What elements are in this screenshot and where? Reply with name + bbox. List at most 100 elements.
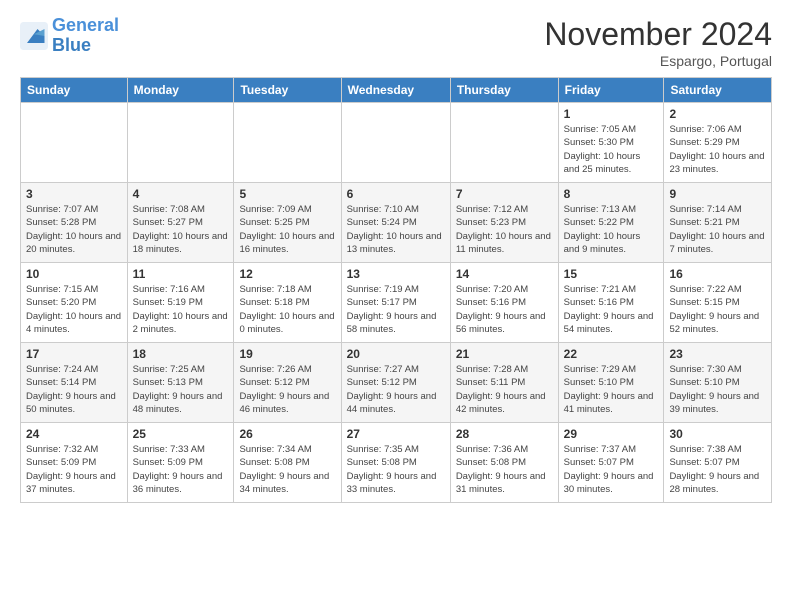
day-info: Sunrise: 7:15 AM Sunset: 5:20 PM Dayligh… <box>26 283 122 336</box>
day-number: 7 <box>456 187 553 201</box>
day-info: Sunrise: 7:28 AM Sunset: 5:11 PM Dayligh… <box>456 363 553 416</box>
calendar-cell <box>234 103 341 183</box>
day-header-thursday: Thursday <box>450 78 558 103</box>
day-number: 29 <box>564 427 659 441</box>
day-info: Sunrise: 7:35 AM Sunset: 5:08 PM Dayligh… <box>347 443 445 496</box>
week-row-2: 3Sunrise: 7:07 AM Sunset: 5:28 PM Daylig… <box>21 183 772 263</box>
day-number: 13 <box>347 267 445 281</box>
day-info: Sunrise: 7:08 AM Sunset: 5:27 PM Dayligh… <box>133 203 229 256</box>
calendar-cell: 19 Sunrise: 7:26 AM Sunset: 5:12 PM Dayli… <box>234 343 341 423</box>
header-row: SundayMondayTuesdayWednesdayThursdayFrid… <box>21 78 772 103</box>
day-header-wednesday: Wednesday <box>341 78 450 103</box>
day-header-friday: Friday <box>558 78 664 103</box>
calendar-cell: 22 Sunrise: 7:29 AM Sunset: 5:10 PM Dayli… <box>558 343 664 423</box>
calendar-cell: 30 Sunrise: 7:38 AM Sunset: 5:07 PM Dayli… <box>664 423 772 503</box>
day-info: Sunrise: 7:34 AM Sunset: 5:08 PM Dayligh… <box>239 443 335 496</box>
day-header-monday: Monday <box>127 78 234 103</box>
calendar-cell: 18Sunrise: 7:25 AM Sunset: 5:13 PM Dayli… <box>127 343 234 423</box>
day-number: 30 <box>669 427 766 441</box>
day-info: Sunrise: 7:32 AM Sunset: 5:09 PM Dayligh… <box>26 443 122 496</box>
calendar-cell: 13 Sunrise: 7:19 AM Sunset: 5:17 PM Dayli… <box>341 263 450 343</box>
calendar-cell: 12 Sunrise: 7:18 AM Sunset: 5:18 PM Dayli… <box>234 263 341 343</box>
day-number: 19 <box>239 347 335 361</box>
calendar-cell: 23 Sunrise: 7:30 AM Sunset: 5:10 PM Dayli… <box>664 343 772 423</box>
page-header: General Blue November 2024 Espargo, Port… <box>20 16 772 69</box>
calendar-cell: 28 Sunrise: 7:36 AM Sunset: 5:08 PM Dayli… <box>450 423 558 503</box>
calendar: SundayMondayTuesdayWednesdayThursdayFrid… <box>20 77 772 503</box>
calendar-cell: 21 Sunrise: 7:28 AM Sunset: 5:11 PM Dayli… <box>450 343 558 423</box>
day-info: Sunrise: 7:22 AM Sunset: 5:15 PM Dayligh… <box>669 283 766 336</box>
day-number: 22 <box>564 347 659 361</box>
calendar-cell <box>341 103 450 183</box>
day-number: 8 <box>564 187 659 201</box>
day-number: 4 <box>133 187 229 201</box>
calendar-cell: 14Sunrise: 7:20 AM Sunset: 5:16 PM Dayli… <box>450 263 558 343</box>
day-info: Sunrise: 7:37 AM Sunset: 5:07 PM Dayligh… <box>564 443 659 496</box>
day-number: 1 <box>564 107 659 121</box>
day-info: Sunrise: 7:06 AM Sunset: 5:29 PM Dayligh… <box>669 123 766 176</box>
day-info: Sunrise: 7:07 AM Sunset: 5:28 PM Dayligh… <box>26 203 122 256</box>
calendar-cell: 20Sunrise: 7:27 AM Sunset: 5:12 PM Dayli… <box>341 343 450 423</box>
logo-icon <box>20 22 48 50</box>
day-info: Sunrise: 7:16 AM Sunset: 5:19 PM Dayligh… <box>133 283 229 336</box>
week-row-1: 1 Sunrise: 7:05 AM Sunset: 5:30 PM Daylig… <box>21 103 772 183</box>
day-info: Sunrise: 7:26 AM Sunset: 5:12 PM Dayligh… <box>239 363 335 416</box>
calendar-cell: 11 Sunrise: 7:16 AM Sunset: 5:19 PM Dayli… <box>127 263 234 343</box>
day-number: 27 <box>347 427 445 441</box>
title-block: November 2024 Espargo, Portugal <box>544 16 772 69</box>
day-number: 6 <box>347 187 445 201</box>
day-info: Sunrise: 7:24 AM Sunset: 5:14 PM Dayligh… <box>26 363 122 416</box>
week-row-4: 17 Sunrise: 7:24 AM Sunset: 5:14 PM Dayli… <box>21 343 772 423</box>
day-header-tuesday: Tuesday <box>234 78 341 103</box>
day-info: Sunrise: 7:38 AM Sunset: 5:07 PM Dayligh… <box>669 443 766 496</box>
calendar-cell: 6 Sunrise: 7:10 AM Sunset: 5:24 PM Daylig… <box>341 183 450 263</box>
calendar-cell <box>450 103 558 183</box>
day-info: Sunrise: 7:18 AM Sunset: 5:18 PM Dayligh… <box>239 283 335 336</box>
day-number: 16 <box>669 267 766 281</box>
location: Espargo, Portugal <box>544 53 772 69</box>
calendar-body: 1 Sunrise: 7:05 AM Sunset: 5:30 PM Daylig… <box>21 103 772 503</box>
day-number: 23 <box>669 347 766 361</box>
day-info: Sunrise: 7:30 AM Sunset: 5:10 PM Dayligh… <box>669 363 766 416</box>
day-number: 17 <box>26 347 122 361</box>
calendar-cell <box>21 103 128 183</box>
day-number: 12 <box>239 267 335 281</box>
day-number: 9 <box>669 187 766 201</box>
day-info: Sunrise: 7:10 AM Sunset: 5:24 PM Dayligh… <box>347 203 445 256</box>
calendar-cell: 2 Sunrise: 7:06 AM Sunset: 5:29 PM Daylig… <box>664 103 772 183</box>
day-number: 15 <box>564 267 659 281</box>
day-number: 10 <box>26 267 122 281</box>
calendar-cell: 5Sunrise: 7:09 AM Sunset: 5:25 PM Daylig… <box>234 183 341 263</box>
calendar-header: SundayMondayTuesdayWednesdayThursdayFrid… <box>21 78 772 103</box>
calendar-cell: 26 Sunrise: 7:34 AM Sunset: 5:08 PM Dayli… <box>234 423 341 503</box>
calendar-cell: 4 Sunrise: 7:08 AM Sunset: 5:27 PM Daylig… <box>127 183 234 263</box>
week-row-5: 24Sunrise: 7:32 AM Sunset: 5:09 PM Dayli… <box>21 423 772 503</box>
day-info: Sunrise: 7:14 AM Sunset: 5:21 PM Dayligh… <box>669 203 766 256</box>
day-info: Sunrise: 7:05 AM Sunset: 5:30 PM Dayligh… <box>564 123 659 176</box>
day-info: Sunrise: 7:21 AM Sunset: 5:16 PM Dayligh… <box>564 283 659 336</box>
day-info: Sunrise: 7:29 AM Sunset: 5:10 PM Dayligh… <box>564 363 659 416</box>
calendar-cell: 9 Sunrise: 7:14 AM Sunset: 5:21 PM Daylig… <box>664 183 772 263</box>
day-number: 20 <box>347 347 445 361</box>
month-year: November 2024 <box>544 16 772 53</box>
logo: General Blue <box>20 16 119 56</box>
day-number: 11 <box>133 267 229 281</box>
calendar-cell: 29 Sunrise: 7:37 AM Sunset: 5:07 PM Dayli… <box>558 423 664 503</box>
calendar-cell: 24Sunrise: 7:32 AM Sunset: 5:09 PM Dayli… <box>21 423 128 503</box>
calendar-cell: 10 Sunrise: 7:15 AM Sunset: 5:20 PM Dayli… <box>21 263 128 343</box>
week-row-3: 10 Sunrise: 7:15 AM Sunset: 5:20 PM Dayli… <box>21 263 772 343</box>
day-number: 14 <box>456 267 553 281</box>
day-info: Sunrise: 7:25 AM Sunset: 5:13 PM Dayligh… <box>133 363 229 416</box>
day-info: Sunrise: 7:19 AM Sunset: 5:17 PM Dayligh… <box>347 283 445 336</box>
day-number: 2 <box>669 107 766 121</box>
day-number: 26 <box>239 427 335 441</box>
day-info: Sunrise: 7:33 AM Sunset: 5:09 PM Dayligh… <box>133 443 229 496</box>
day-number: 5 <box>239 187 335 201</box>
day-info: Sunrise: 7:36 AM Sunset: 5:08 PM Dayligh… <box>456 443 553 496</box>
calendar-cell: 7Sunrise: 7:12 AM Sunset: 5:23 PM Daylig… <box>450 183 558 263</box>
logo-line1: General <box>52 15 119 35</box>
day-header-saturday: Saturday <box>664 78 772 103</box>
day-number: 21 <box>456 347 553 361</box>
day-number: 28 <box>456 427 553 441</box>
day-number: 25 <box>133 427 229 441</box>
